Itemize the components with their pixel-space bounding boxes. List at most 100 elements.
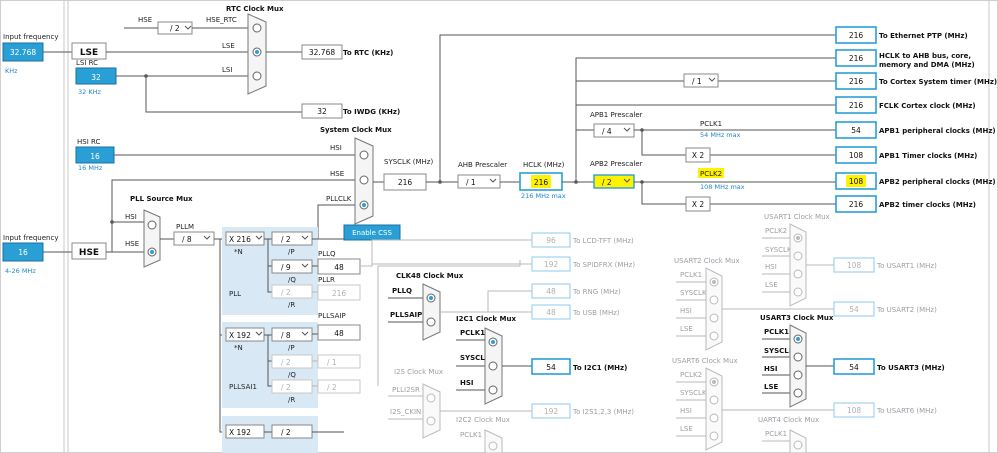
pllr-select[interactable] bbox=[271, 284, 313, 299]
pllsai-r-select[interactable] bbox=[271, 379, 313, 394]
rtc-output-label: To RTC (KHz) bbox=[343, 49, 393, 57]
clock-configuration-canvas: Input frequency 32.768 KHz LSE LSI RC 32… bbox=[0, 0, 998, 453]
usart1-radio-4[interactable] bbox=[793, 287, 803, 297]
usart6-in2-label: SYSCLK bbox=[680, 389, 707, 397]
pllsai-r2-select[interactable] bbox=[317, 379, 361, 394]
clk48-radio-pllsaip[interactable] bbox=[426, 317, 436, 327]
usart1-radio-3[interactable] bbox=[793, 269, 803, 279]
output-hclk-ahb: 216 HCLK to AHB bus, core, memory and DM… bbox=[835, 49, 975, 69]
hclk-label: HCLK (MHz) bbox=[523, 161, 565, 169]
pllm-value: / 8 bbox=[182, 235, 192, 244]
pllsai-q-select[interactable] bbox=[271, 354, 313, 369]
output-rng: 48 To RNG (MHz) bbox=[531, 283, 621, 299]
i2s-radio-ckin[interactable] bbox=[426, 416, 436, 426]
pllp-value: / 2 bbox=[281, 235, 291, 244]
usart6-in1-label: PCLK2 bbox=[680, 371, 702, 379]
system-clock-mux-title: System Clock Mux bbox=[320, 126, 392, 134]
lsi-value: 32 bbox=[91, 73, 101, 82]
uart4-radio-1[interactable] bbox=[793, 440, 803, 450]
usart3-radio-sysclk[interactable] bbox=[793, 352, 803, 362]
pllp-label: /P bbox=[288, 248, 295, 256]
i2c1-radio-pclk1-selected-dot bbox=[491, 340, 495, 344]
rtc-output-value: 32.768 bbox=[309, 48, 335, 57]
usart2-radio-4[interactable] bbox=[709, 331, 719, 341]
output-apb1-peripheral: 54 APB1 peripheral clocks (MHz) bbox=[835, 121, 996, 139]
usart1-output-label: To USART1 (MHz) bbox=[876, 262, 937, 270]
hclk-ahb-value: 216 bbox=[849, 54, 864, 63]
hse-frequency-value: 16 bbox=[18, 248, 28, 257]
usart1-mux-title: USART1 Clock Mux bbox=[764, 213, 830, 221]
cortex-timer-value: 216 bbox=[849, 77, 864, 86]
pllsai-q2-select[interactable] bbox=[317, 354, 361, 369]
pllsrc-radio-hsi[interactable] bbox=[147, 220, 157, 230]
i2c1-mux-title: I2C1 Clock Mux bbox=[456, 315, 516, 323]
usart2-in1-label: PCLK1 bbox=[680, 271, 702, 279]
usart3-radio-pclk1-selected-dot bbox=[796, 337, 800, 341]
usart3-radio-hsi[interactable] bbox=[793, 370, 803, 380]
apb2-prescaler-label: APB2 Prescaler bbox=[590, 160, 643, 168]
pllsai-q-label: /Q bbox=[288, 371, 296, 379]
sysmux-radio-hse[interactable] bbox=[359, 175, 369, 185]
pllsai-n-value: X 192 bbox=[229, 331, 251, 340]
pllsrc-hse-label: HSE bbox=[125, 240, 139, 248]
plli2s-p-select[interactable] bbox=[271, 424, 313, 439]
cortex-timer-label: To Cortex System timer (MHz) bbox=[879, 78, 997, 86]
usb-label: To USB (MHz) bbox=[572, 309, 620, 317]
rtc-radio-hse[interactable] bbox=[252, 23, 262, 33]
usart1-radio-2[interactable] bbox=[793, 251, 803, 261]
apb2-prescaler-value: / 2 bbox=[602, 178, 612, 187]
cortex-timer-divider-value: / 1 bbox=[692, 77, 702, 86]
usart6-radio-4[interactable] bbox=[709, 431, 719, 441]
usart1-radio-1-dot bbox=[796, 236, 800, 240]
usart6-radio-2[interactable] bbox=[709, 395, 719, 405]
i2c1-hsi-label: HSI bbox=[460, 379, 474, 387]
fclk-value: 216 bbox=[849, 101, 864, 110]
i2c2-mux-title: I2C2 Clock Mux bbox=[456, 416, 510, 424]
hclk-max: 216 MHz max bbox=[521, 192, 566, 200]
sysclk-label: SYSCLK (MHz) bbox=[384, 158, 433, 166]
usart2-radio-2[interactable] bbox=[709, 295, 719, 305]
usart3-radio-lse[interactable] bbox=[793, 388, 803, 398]
output-usb: 48 To USB (MHz) bbox=[531, 304, 620, 320]
wire-lsi-iwdg bbox=[145, 76, 302, 113]
usart6-output-label: To USART6 (MHz) bbox=[876, 407, 937, 415]
sysmux-hsi-label: HSI bbox=[330, 144, 342, 152]
fclk-label: FCLK Cortex clock (MHz) bbox=[879, 102, 976, 110]
pll-label: PLL bbox=[229, 290, 241, 298]
apb2-peripheral-value: 108 bbox=[849, 177, 864, 186]
junction-dot bbox=[640, 128, 644, 132]
rtc-radio-lsi[interactable] bbox=[252, 71, 262, 81]
clk48-radio-pllq-selected-dot bbox=[429, 296, 433, 300]
usart3-in3-label: HSI bbox=[764, 365, 778, 373]
hse-range: 4-26 MHz bbox=[5, 267, 36, 275]
clk48-mux-title: CLK48 Clock Mux bbox=[396, 272, 464, 280]
i2c2-radio-pclk1[interactable] bbox=[488, 441, 498, 451]
i2c1-radio-hsi[interactable] bbox=[488, 385, 498, 395]
clk48-pllq-label: PLLQ bbox=[392, 287, 412, 295]
sysmux-radio-hsi[interactable] bbox=[359, 150, 369, 160]
sysmux-radio-pllclk-selected-dot bbox=[362, 203, 366, 207]
apb2-timer-multiplier-value: X 2 bbox=[692, 200, 705, 209]
pllsaip-output-value: 48 bbox=[334, 329, 344, 338]
apb1-timer-label: APB1 Timer clocks (MHz) bbox=[879, 152, 977, 160]
usart2-output-value: 54 bbox=[849, 305, 859, 314]
i2s-radio-plli2sr[interactable] bbox=[426, 393, 436, 403]
rtc-radio-lse-selected-dot bbox=[255, 50, 259, 54]
usart6-mux-title: USART6 Clock Mux bbox=[672, 357, 738, 365]
usart6-radio-3[interactable] bbox=[709, 413, 719, 423]
i2c1-radio-sysclk[interactable] bbox=[488, 361, 498, 371]
pllq-label: PLLQ bbox=[318, 250, 336, 258]
usart2-in4-label: LSE bbox=[680, 325, 693, 333]
usart3-output-label: To USART3 (MHz) bbox=[877, 364, 945, 372]
ahb-prescaler-label: AHB Prescaler bbox=[458, 161, 507, 169]
lsi-rc-label: LSI RC bbox=[76, 59, 98, 67]
usart6-in3-label: HSI bbox=[680, 407, 692, 415]
output-apb2-peripheral: 108 APB2 peripheral clocks (MHz) bbox=[835, 172, 996, 190]
enable-css-label: Enable CSS bbox=[352, 229, 392, 237]
pllq-divider-label: /Q bbox=[288, 276, 296, 284]
i2s-plli2sr-label: PLLI2SR bbox=[392, 386, 420, 394]
lse-input-frequency-label: Input frequency bbox=[3, 33, 58, 41]
pllsai-label: PLLSAI1 bbox=[229, 383, 257, 391]
output-apb2-timer: 216 APB2 timer clocks (MHz) bbox=[835, 195, 976, 213]
usart2-radio-3[interactable] bbox=[709, 313, 719, 323]
